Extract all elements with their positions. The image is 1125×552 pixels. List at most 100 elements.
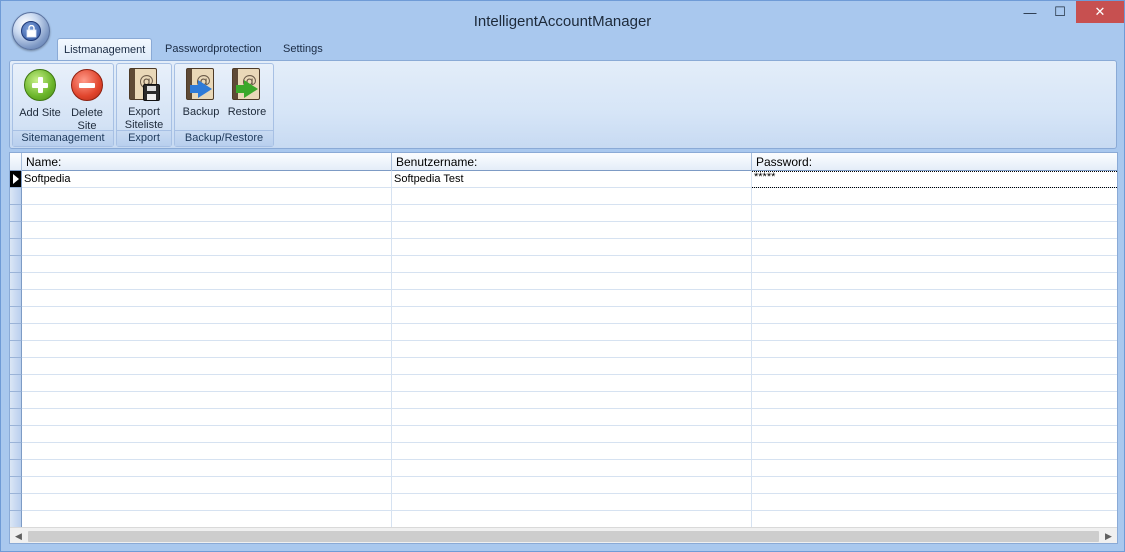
scroll-right-icon[interactable]: ▶ bbox=[1100, 528, 1117, 543]
empty-cell[interactable] bbox=[752, 511, 1117, 528]
row-indicator[interactable] bbox=[10, 290, 22, 307]
cell-password[interactable]: ***** bbox=[752, 171, 1117, 188]
title-bar[interactable]: IntelligentAccountManager — ☐ ✕ bbox=[1, 1, 1124, 37]
empty-cell[interactable] bbox=[22, 256, 392, 273]
empty-cell[interactable] bbox=[22, 358, 392, 375]
empty-cell[interactable] bbox=[22, 290, 392, 307]
scroll-left-icon[interactable]: ◀ bbox=[10, 528, 27, 543]
column-header-name[interactable]: Name: bbox=[22, 153, 392, 171]
empty-cell[interactable] bbox=[22, 307, 392, 324]
backup-button[interactable]: @ Backup bbox=[177, 68, 225, 119]
empty-cell[interactable] bbox=[22, 273, 392, 290]
empty-cell[interactable] bbox=[392, 392, 752, 409]
row-indicator[interactable] bbox=[10, 205, 22, 222]
minimize-button[interactable]: — bbox=[1017, 1, 1043, 23]
empty-cell[interactable] bbox=[392, 307, 752, 324]
row-indicator[interactable] bbox=[10, 375, 22, 392]
empty-table-row[interactable] bbox=[22, 205, 1117, 222]
add-site-button[interactable]: Add Site bbox=[16, 68, 64, 120]
empty-cell[interactable] bbox=[22, 477, 392, 494]
empty-cell[interactable] bbox=[392, 460, 752, 477]
cell-name[interactable]: Softpedia bbox=[22, 171, 392, 188]
empty-cell[interactable] bbox=[752, 460, 1117, 477]
tab-passwordprotection[interactable]: Passwordprotection bbox=[159, 38, 268, 61]
empty-cell[interactable] bbox=[752, 188, 1117, 205]
empty-cell[interactable] bbox=[752, 341, 1117, 358]
empty-table-row[interactable] bbox=[22, 324, 1117, 341]
column-header-password[interactable]: Password: bbox=[752, 153, 1117, 171]
empty-cell[interactable] bbox=[752, 477, 1117, 494]
row-indicator[interactable] bbox=[10, 460, 22, 477]
empty-cell[interactable] bbox=[752, 290, 1117, 307]
row-indicator[interactable] bbox=[10, 358, 22, 375]
row-indicator[interactable] bbox=[10, 392, 22, 409]
empty-cell[interactable] bbox=[392, 358, 752, 375]
delete-site-button[interactable]: Delete Site bbox=[64, 68, 110, 133]
empty-cell[interactable] bbox=[752, 494, 1117, 511]
empty-cell[interactable] bbox=[22, 460, 392, 477]
empty-table-row[interactable] bbox=[22, 494, 1117, 511]
empty-cell[interactable] bbox=[392, 341, 752, 358]
empty-table-row[interactable] bbox=[22, 426, 1117, 443]
tab-settings[interactable]: Settings bbox=[277, 38, 329, 61]
empty-cell[interactable] bbox=[22, 188, 392, 205]
row-indicator[interactable] bbox=[10, 511, 22, 528]
empty-table-row[interactable] bbox=[22, 460, 1117, 477]
empty-cell[interactable] bbox=[22, 443, 392, 460]
row-indicator[interactable] bbox=[10, 256, 22, 273]
close-button[interactable]: ✕ bbox=[1076, 1, 1124, 23]
scrollbar-thumb[interactable] bbox=[28, 531, 1099, 542]
row-indicator[interactable] bbox=[10, 443, 22, 460]
row-indicator[interactable] bbox=[10, 188, 22, 205]
site-list-grid[interactable]: Name: Benutzername: Password: Softpedia … bbox=[9, 152, 1118, 544]
row-indicator[interactable] bbox=[10, 477, 22, 494]
export-siteliste-button[interactable]: @ Export Siteliste bbox=[120, 68, 168, 132]
empty-cell[interactable] bbox=[752, 392, 1117, 409]
empty-cell[interactable] bbox=[392, 324, 752, 341]
cell-username[interactable]: Softpedia Test bbox=[392, 171, 752, 188]
empty-table-row[interactable] bbox=[22, 511, 1117, 528]
empty-table-row[interactable] bbox=[22, 392, 1117, 409]
empty-cell[interactable] bbox=[392, 375, 752, 392]
empty-cell[interactable] bbox=[392, 511, 752, 528]
empty-table-row[interactable] bbox=[22, 358, 1117, 375]
empty-cell[interactable] bbox=[392, 494, 752, 511]
horizontal-scrollbar[interactable]: ◀ ▶ bbox=[10, 527, 1117, 543]
empty-cell[interactable] bbox=[22, 426, 392, 443]
empty-cell[interactable] bbox=[392, 290, 752, 307]
maximize-button[interactable]: ☐ bbox=[1047, 1, 1073, 23]
empty-cell[interactable] bbox=[752, 324, 1117, 341]
empty-cell[interactable] bbox=[22, 494, 392, 511]
empty-table-row[interactable] bbox=[22, 375, 1117, 392]
app-menu-orb-icon[interactable] bbox=[12, 12, 50, 50]
empty-cell[interactable] bbox=[752, 239, 1117, 256]
empty-table-row[interactable] bbox=[22, 290, 1117, 307]
empty-cell[interactable] bbox=[392, 273, 752, 290]
empty-cell[interactable] bbox=[752, 358, 1117, 375]
empty-cell[interactable] bbox=[22, 341, 392, 358]
row-indicator[interactable] bbox=[10, 409, 22, 426]
empty-cell[interactable] bbox=[392, 188, 752, 205]
row-indicator[interactable] bbox=[10, 239, 22, 256]
empty-cell[interactable] bbox=[752, 273, 1117, 290]
restore-button[interactable]: @ Restore bbox=[223, 68, 271, 119]
empty-table-row[interactable] bbox=[22, 341, 1117, 358]
row-indicator[interactable] bbox=[10, 324, 22, 341]
empty-cell[interactable] bbox=[22, 511, 392, 528]
empty-cell[interactable] bbox=[22, 392, 392, 409]
empty-cell[interactable] bbox=[752, 426, 1117, 443]
empty-cell[interactable] bbox=[22, 409, 392, 426]
empty-cell[interactable] bbox=[392, 222, 752, 239]
empty-cell[interactable] bbox=[22, 222, 392, 239]
empty-cell[interactable] bbox=[392, 239, 752, 256]
empty-cell[interactable] bbox=[752, 222, 1117, 239]
empty-cell[interactable] bbox=[392, 256, 752, 273]
row-indicator[interactable] bbox=[10, 273, 22, 290]
empty-table-row[interactable] bbox=[22, 273, 1117, 290]
empty-cell[interactable] bbox=[752, 409, 1117, 426]
empty-cell[interactable] bbox=[752, 307, 1117, 324]
empty-table-row[interactable] bbox=[22, 239, 1117, 256]
empty-table-row[interactable] bbox=[22, 256, 1117, 273]
table-row[interactable]: Softpedia Softpedia Test ***** bbox=[22, 171, 1117, 188]
empty-cell[interactable] bbox=[752, 375, 1117, 392]
